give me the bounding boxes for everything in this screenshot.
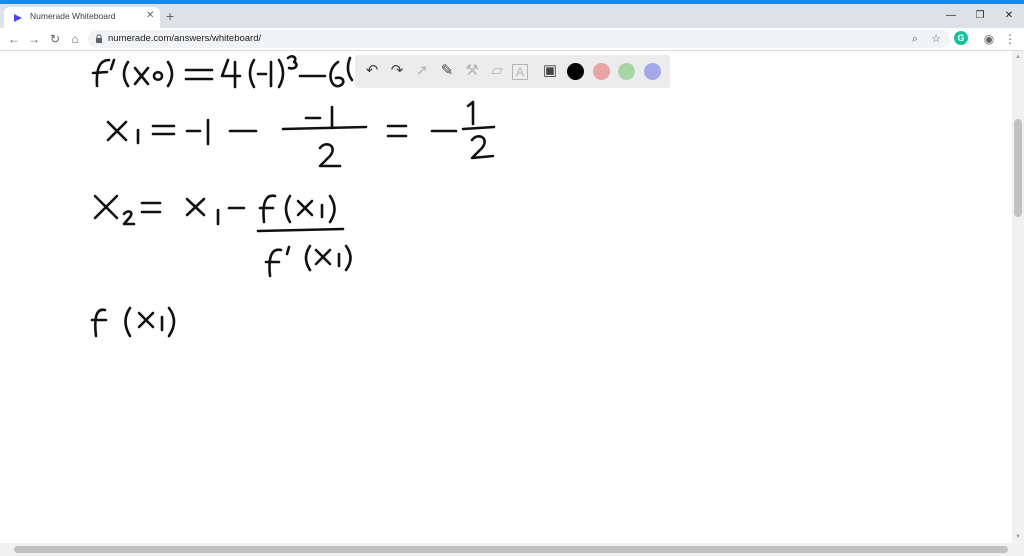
ink-f [264, 248, 283, 278]
ink-fraction-bar [256, 227, 345, 233]
cursor-icon[interactable]: ➚ [412, 61, 432, 81]
ink-two [318, 143, 342, 168]
ink-x [106, 120, 128, 142]
handwritten-math [90, 55, 496, 338]
color-red-swatch[interactable] [593, 63, 610, 80]
tab-title: Numerade Whiteboard [30, 11, 116, 21]
undo-icon[interactable]: ↶ [362, 61, 382, 81]
scroll-up-icon[interactable]: ▲ [1014, 53, 1022, 61]
vertical-scroll-thumb[interactable] [1014, 119, 1022, 217]
ink-f [90, 308, 108, 338]
ink-paren [346, 56, 354, 82]
tab-numerade-whiteboard[interactable]: Numerade Whiteboard ✕ [4, 7, 160, 28]
ink-equals [386, 124, 408, 138]
ink-minus-one [256, 60, 273, 88]
text-icon[interactable]: A [512, 64, 528, 80]
ink-paren [122, 60, 130, 88]
browser-toolbar: ← → ↻ ⌂ numerade.com/answers/whiteboard/… [0, 28, 1024, 51]
reload-icon[interactable]: ↻ [48, 31, 62, 47]
ink-x [296, 199, 314, 217]
zoom-icon[interactable]: ⌕ [908, 32, 922, 46]
ink-one [466, 100, 475, 126]
redo-icon[interactable]: ↷ [387, 61, 407, 81]
color-purple-swatch[interactable] [644, 63, 661, 80]
image-icon[interactable]: ▣ [540, 61, 560, 81]
minimize-icon[interactable]: — [944, 10, 958, 22]
ink-x [185, 197, 206, 217]
ink-f [258, 194, 277, 224]
ink-paren [124, 306, 132, 338]
forward-icon[interactable]: → [27, 31, 41, 47]
grammarly-extension-icon[interactable]: G [954, 31, 968, 45]
scroll-down-icon[interactable]: ▼ [1014, 533, 1022, 541]
tools-icon[interactable]: ⚒ [462, 61, 482, 81]
color-green-swatch[interactable] [618, 63, 635, 80]
tab-strip: Numerade Whiteboard ✕ + — ❐ ✕ [0, 4, 1024, 28]
ink-fraction-bar [281, 125, 368, 131]
horizontal-scrollbar[interactable] [0, 543, 1024, 556]
ink-equals [151, 124, 176, 136]
ink-f [91, 58, 111, 88]
ink-paren [304, 244, 312, 272]
ink-x [314, 248, 332, 266]
pen-icon[interactable]: ✎ [437, 61, 457, 81]
ink-prime [285, 245, 291, 256]
ink-paren [344, 244, 352, 272]
bookmark-star-icon[interactable]: ☆ [929, 32, 943, 46]
numerade-favicon-icon [14, 14, 22, 22]
whiteboard-canvas[interactable]: ↶ ↷ ➚ ✎ ⚒ ▱ A ▣ [0, 51, 1012, 543]
ink-prime [109, 58, 116, 71]
ink-zero [152, 70, 164, 82]
ink-paren [284, 194, 292, 224]
whiteboard-toolbar: ↶ ↷ ➚ ✎ ⚒ ▱ A ▣ [355, 55, 670, 88]
horizontal-scroll-thumb[interactable] [14, 546, 1008, 553]
home-icon[interactable]: ⌂ [68, 31, 82, 47]
ink-paren [167, 306, 176, 338]
address-bar[interactable]: numerade.com/answers/whiteboard/ ⌕ ☆ [88, 30, 950, 48]
color-black-swatch[interactable] [567, 63, 584, 80]
ink-two [470, 135, 495, 160]
ink-paren [166, 60, 174, 88]
ink-x [137, 311, 155, 329]
ink-x [93, 194, 119, 220]
browser-menu-icon[interactable]: ⋮ [1003, 31, 1017, 47]
ink-numerator [304, 105, 334, 130]
ink-fraction-bar [461, 125, 496, 131]
ink-strokes [90, 55, 496, 338]
ink-paren [277, 58, 285, 89]
ink-x [133, 66, 150, 86]
close-window-icon[interactable]: ✕ [1002, 10, 1016, 22]
back-icon[interactable]: ← [7, 31, 21, 47]
restore-icon[interactable]: ❐ [973, 10, 987, 22]
ink-paren [248, 58, 256, 89]
vertical-scrollbar[interactable]: ▲ ▼ [1012, 51, 1024, 543]
ink-paren [328, 194, 336, 224]
ink-four [220, 58, 242, 89]
address-url: numerade.com/answers/whiteboard/ [108, 33, 262, 44]
lock-icon [96, 34, 102, 43]
ink-cube [286, 55, 298, 70]
ink-minus-one [185, 118, 210, 146]
ink-subscript-two [122, 210, 136, 226]
ink-equals [140, 201, 162, 214]
profile-icon[interactable]: ◉ [982, 31, 996, 47]
new-tab-button[interactable]: + [166, 9, 174, 23]
eraser-icon[interactable]: ▱ [487, 61, 507, 81]
ink-six [329, 60, 345, 88]
tab-close-icon[interactable]: ✕ [146, 10, 154, 21]
ink-equals [184, 68, 214, 81]
